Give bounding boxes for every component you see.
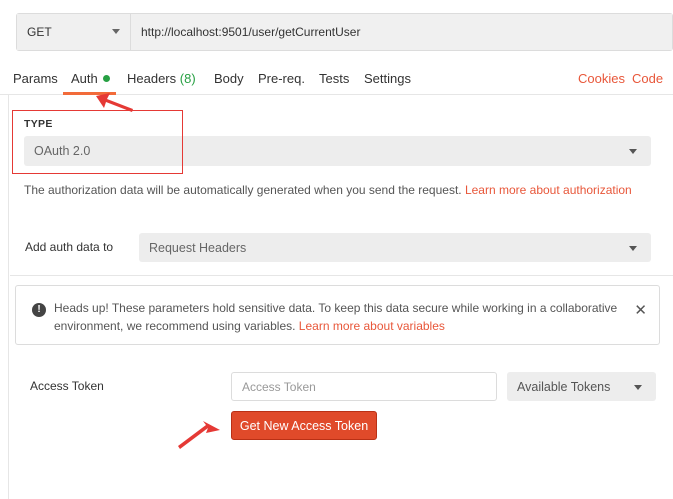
annotation-arrow-button xyxy=(178,421,220,449)
annotation-arrows xyxy=(96,93,220,449)
annotation-arrow-auth xyxy=(96,93,133,112)
